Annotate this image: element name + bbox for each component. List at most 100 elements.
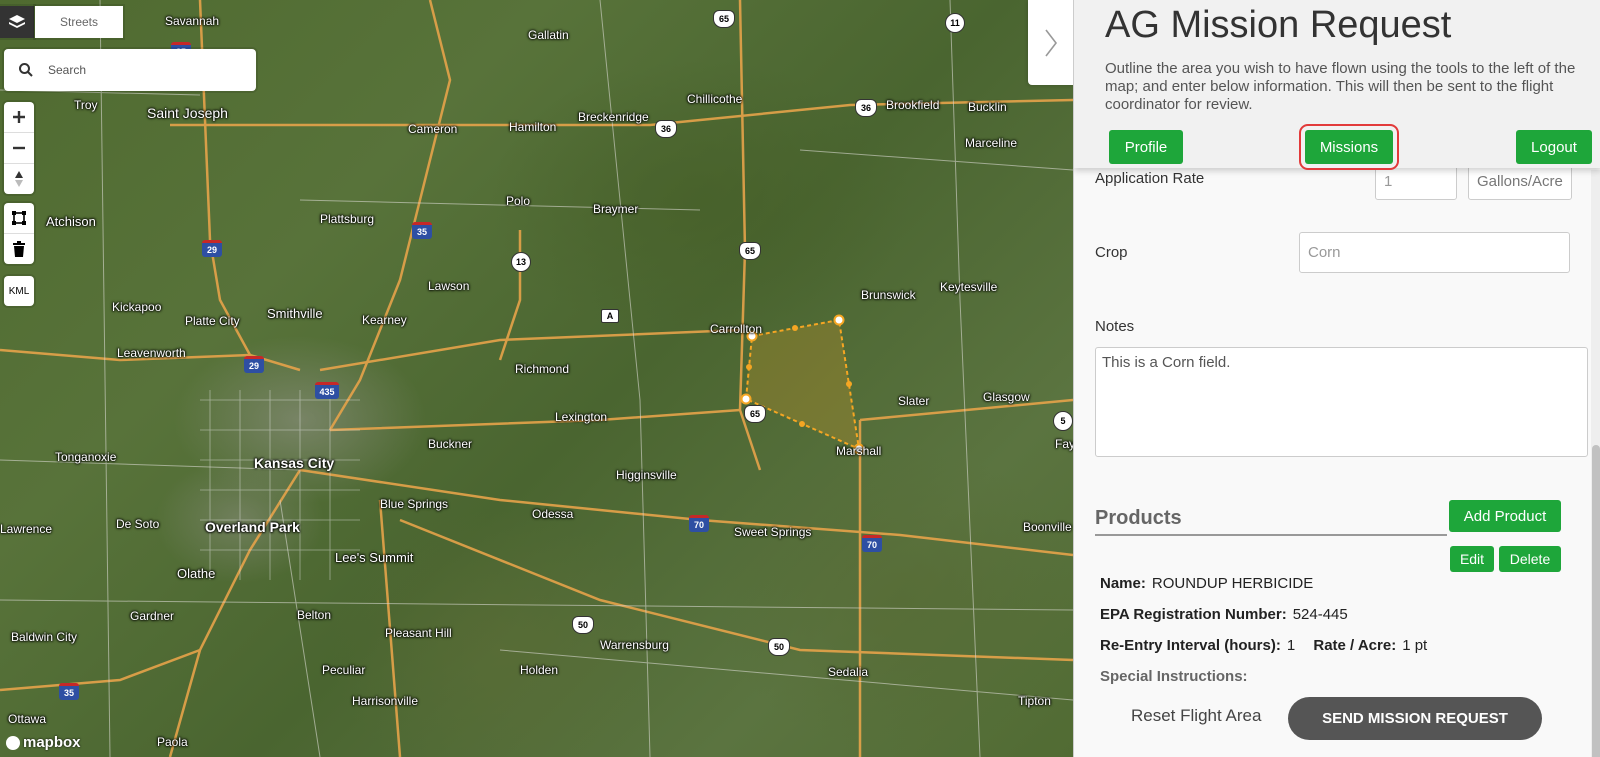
trash-icon xyxy=(13,241,25,257)
compass-icon xyxy=(15,171,23,187)
products-divider xyxy=(1095,534,1447,536)
map-place-label: Buckner xyxy=(428,437,473,451)
add-product-button[interactable]: Add Product xyxy=(1449,500,1561,532)
highway-shield: 35 xyxy=(412,222,432,239)
rate-label: Rate / Acre: xyxy=(1313,637,1397,654)
highway-shield: 36 xyxy=(855,99,877,117)
flight-area-polygon xyxy=(740,314,865,455)
layers-toggle-button[interactable] xyxy=(0,6,34,38)
map-place-label: Slater xyxy=(898,394,930,408)
map-place-label: Peculiar xyxy=(322,663,366,677)
map-place-label: Chillicothe xyxy=(687,92,743,106)
reentry-label: Re-Entry Interval (hours): xyxy=(1100,637,1281,654)
highway-shield: 36 xyxy=(655,120,677,138)
rate-value: 1 pt xyxy=(1402,637,1428,654)
notes-label: Notes xyxy=(1095,318,1135,335)
zoom-out-button[interactable] xyxy=(4,133,34,164)
map-place-label: Keytesville xyxy=(940,280,998,294)
highway-shield: A xyxy=(601,309,619,323)
map-place-label: Overland Park xyxy=(205,519,300,535)
map-place-label: Olathe xyxy=(177,566,216,581)
profile-button[interactable]: Profile xyxy=(1109,130,1183,164)
zoom-controls xyxy=(4,102,34,194)
mapbox-wordmark: mapbox xyxy=(23,734,81,751)
search-icon xyxy=(19,63,33,77)
map-place-label: Harrisonville xyxy=(352,694,419,708)
panel-collapse-button[interactable] xyxy=(1028,0,1073,85)
map-place-label: Carrollton xyxy=(710,322,763,336)
trash-button[interactable] xyxy=(4,234,34,264)
map-place-label: Fay xyxy=(1055,437,1073,451)
map-place-label: Marshall xyxy=(836,444,882,458)
panel-scrollbar[interactable] xyxy=(1591,170,1600,757)
map-place-label: Marceline xyxy=(965,136,1018,150)
map-place-label: Platte City xyxy=(185,314,240,328)
chevron-right-icon xyxy=(1045,29,1058,56)
page-title: AG Mission Request xyxy=(1105,4,1452,46)
map-place-label: Richmond xyxy=(515,362,570,376)
map-place-label: Leavenworth xyxy=(117,346,186,360)
panel-description: Outline the area you wish to have flown … xyxy=(1105,60,1576,113)
crop-input[interactable]: Corn xyxy=(1299,232,1570,273)
send-mission-request-button[interactable]: SEND MISSION REQUEST xyxy=(1288,697,1542,740)
logout-button[interactable]: Logout xyxy=(1516,130,1592,164)
reset-flight-area-link[interactable]: Reset Flight Area xyxy=(1131,706,1261,726)
plus-icon xyxy=(13,111,25,123)
map-place-label: Tonganoxie xyxy=(55,450,117,464)
crop-label: Crop xyxy=(1095,244,1128,261)
map-place-label: Saint Joseph xyxy=(147,105,228,121)
product-name-label: Name: xyxy=(1100,575,1146,592)
special-instructions-label: Special Instructions: xyxy=(1100,668,1248,685)
map-place-label: Holden xyxy=(520,663,559,677)
highway-shield: 65 xyxy=(744,405,766,423)
highway-shield: 5 xyxy=(1053,411,1073,431)
highway-shield: 70 xyxy=(862,535,882,552)
map-place-label: Sedalia xyxy=(828,665,869,679)
map-place-label: Boonville xyxy=(1023,520,1072,534)
map-canvas[interactable]: Savannah Gallatin Troy Saint Joseph Came… xyxy=(0,0,1073,757)
layers-icon xyxy=(9,15,25,28)
map-place-label: Tipton xyxy=(1018,694,1051,708)
product-name-value: ROUNDUP HERBICIDE xyxy=(1151,575,1314,592)
map-place-label: Kickapoo xyxy=(112,300,162,314)
mission-request-panel: AG Mission Request Outline the area you … xyxy=(1073,0,1600,757)
minus-icon xyxy=(13,146,25,150)
reentry-value: 1 xyxy=(1286,637,1296,654)
notes-textarea[interactable]: This is a Corn field. xyxy=(1095,347,1588,457)
streets-style-button[interactable]: Streets xyxy=(35,6,123,38)
zoom-in-button[interactable] xyxy=(4,102,34,133)
missions-button[interactable]: Missions xyxy=(1299,124,1399,170)
map-place-label: Glasgow xyxy=(983,390,1030,404)
mapbox-logo: mapbox xyxy=(6,734,81,751)
map-place-label: Lawson xyxy=(428,279,470,293)
map-place-label: Kearney xyxy=(362,313,407,327)
highway-shield: 65 xyxy=(713,10,735,28)
draw-polygon-button[interactable] xyxy=(4,203,34,234)
product-epa-row: EPA Registration Number: 524-445 xyxy=(1100,606,1348,623)
map-place-label: Bucklin xyxy=(968,100,1007,114)
map-place-label: Atchison xyxy=(46,214,96,229)
map-place-label: Savannah xyxy=(165,14,220,28)
compass-button[interactable] xyxy=(4,164,34,194)
map-search-input[interactable] xyxy=(46,62,240,78)
panel-header: AG Mission Request Outline the area you … xyxy=(1074,0,1600,170)
edit-product-button[interactable]: Edit xyxy=(1450,546,1494,572)
map-search-box[interactable] xyxy=(4,49,256,91)
map-place-label: Lee's Summit xyxy=(335,550,414,565)
kml-button[interactable]: KML xyxy=(4,276,34,306)
map-place-label: Belton xyxy=(297,608,332,622)
map-place-label: Cameron xyxy=(408,122,458,136)
map-place-label: Blue Springs xyxy=(380,497,449,511)
map-place-label: Plattsburg xyxy=(320,212,375,226)
map-place-label: Ottawa xyxy=(8,712,47,726)
scrollbar-thumb[interactable] xyxy=(1592,445,1600,757)
highway-shield: 50 xyxy=(572,616,594,634)
highway-shield: 70 xyxy=(689,515,709,532)
map-place-label: Gallatin xyxy=(528,28,569,42)
highway-shield: 29 xyxy=(202,240,222,257)
map-place-label: Lawrence xyxy=(0,522,53,536)
map-place-label: Odessa xyxy=(532,507,574,521)
delete-product-button[interactable]: Delete xyxy=(1499,546,1561,572)
map-place-label: Polo xyxy=(506,194,531,208)
map-place-label: Gardner xyxy=(130,609,175,623)
